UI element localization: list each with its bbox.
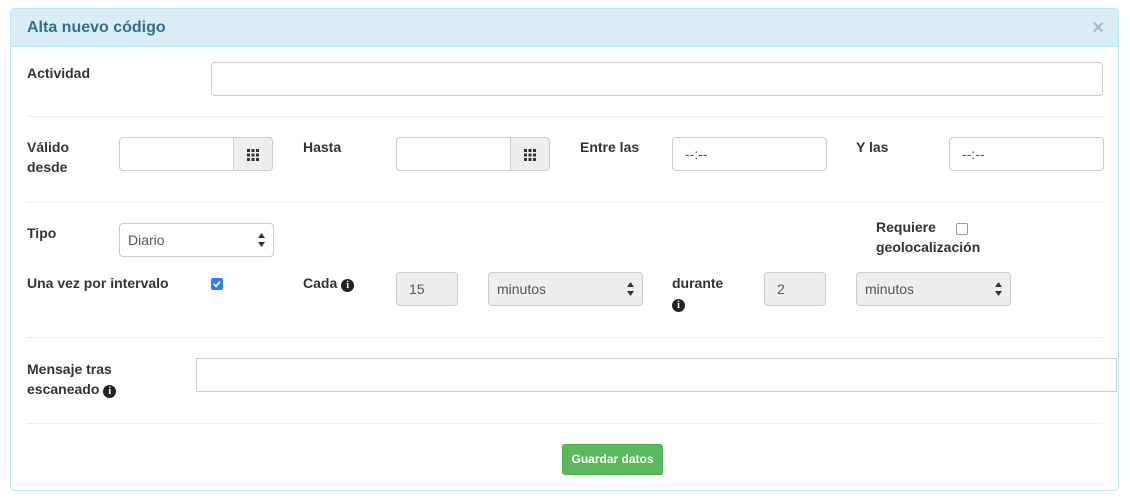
close-icon[interactable]: × <box>1092 18 1104 38</box>
requiere-geo-checkbox[interactable] <box>956 223 968 235</box>
divider <box>27 423 1103 424</box>
valido-desde-input[interactable] <box>119 137 234 171</box>
info-icon[interactable]: i <box>341 279 355 292</box>
info-icon[interactable]: i <box>672 299 685 312</box>
modal-header: Alta nuevo código × <box>11 9 1118 47</box>
valido-desde-label-line2: desde <box>27 159 68 175</box>
actividad-input[interactable] <box>211 62 1103 96</box>
calendar-grid-icon <box>524 149 536 161</box>
durante-label-text: durante <box>672 275 724 291</box>
hasta-label: Hasta <box>303 139 342 155</box>
una-vez-checkbox[interactable] <box>211 278 223 290</box>
divider <box>27 337 1103 338</box>
divider <box>27 116 1103 117</box>
hasta-input[interactable] <box>396 137 511 171</box>
mensaje-input[interactable] <box>196 358 1117 392</box>
entre-las-label: Entre las <box>580 139 640 155</box>
durante-value-input[interactable]: 2 <box>764 272 826 306</box>
select-arrows-icon <box>258 233 265 247</box>
cada-label: Cada i <box>303 273 355 293</box>
durante-unit-select[interactable]: minutos <box>856 272 1011 306</box>
tipo-select[interactable]: Diario <box>119 223 274 257</box>
calendar-grid-icon <box>247 149 259 161</box>
divider <box>27 202 1103 203</box>
cada-value-input[interactable]: 15 <box>396 272 458 306</box>
modal-title: Alta nuevo código <box>27 19 166 36</box>
mensaje-label: Mensaje tras escaneado i <box>27 359 117 399</box>
info-icon[interactable]: i <box>103 385 117 398</box>
valido-desde-calendar-button[interactable] <box>233 137 273 171</box>
entre-las-time-input[interactable]: --:-- <box>672 137 827 171</box>
requiere-geo-label-line2: geolocalización <box>876 239 981 255</box>
y-las-label: Y las <box>856 139 889 155</box>
tipo-select-value: Diario <box>128 232 165 248</box>
select-arrows-icon <box>995 282 1002 296</box>
y-las-time-input[interactable]: --:-- <box>949 137 1104 171</box>
durante-unit-value: minutos <box>865 281 915 297</box>
actividad-label: Actividad <box>27 65 91 81</box>
durante-label: durante i <box>672 273 723 313</box>
requiere-geo-label-line1: Requiere <box>876 219 936 235</box>
select-arrows-icon <box>627 282 634 296</box>
mensaje-label-line1: Mensaje tras <box>27 361 112 377</box>
valido-desde-label: Válido desde <box>27 137 69 177</box>
valido-desde-label-line1: Válido <box>27 139 70 155</box>
una-vez-label: Una vez por intervalo <box>27 275 169 291</box>
hasta-calendar-button[interactable] <box>510 137 550 171</box>
save-button[interactable]: Guardar datos <box>562 444 663 475</box>
cada-unit-value: minutos <box>497 281 547 297</box>
tipo-label: Tipo <box>27 225 57 241</box>
check-icon <box>213 281 221 288</box>
modal-panel: Alta nuevo código × Actividad Válido des… <box>10 8 1119 491</box>
cada-label-text: Cada <box>303 275 338 291</box>
mensaje-label-line2: escaneado <box>27 381 100 397</box>
cada-unit-select[interactable]: minutos <box>488 272 643 306</box>
